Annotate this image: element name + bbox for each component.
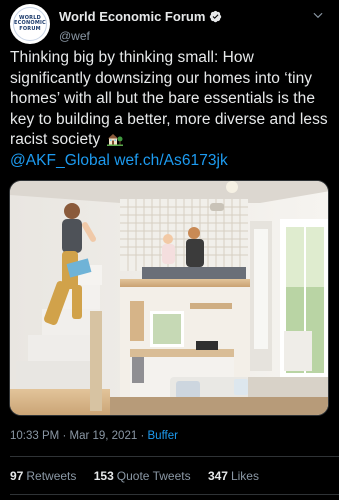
author-handle[interactable]: @wef — [59, 29, 222, 43]
likes-label: Likes — [230, 469, 259, 483]
retweets-count: 97 — [10, 469, 24, 483]
divider-bottom — [10, 494, 339, 495]
avatar[interactable]: WORLD ECONOMIC FORUM — [10, 4, 50, 44]
meta-separator: · — [62, 430, 67, 442]
retweets-stat[interactable]: 97 Retweets — [10, 469, 76, 483]
chevron-down-icon[interactable] — [311, 8, 325, 22]
author-block: World Economic Forum @wef — [59, 8, 222, 43]
divider — [10, 456, 339, 457]
engagement-stats: 97 Retweets 153 Quote Tweets 347 Likes — [10, 469, 273, 483]
likes-stat[interactable]: 347 Likes — [208, 469, 259, 483]
tweet-body: Thinking big by thinking small: How sign… — [10, 49, 328, 148]
tweet-date[interactable]: Mar 19, 2021 — [69, 430, 137, 442]
display-name[interactable]: World Economic Forum — [59, 9, 205, 24]
quote-tweets-label: Quote Tweets — [116, 469, 191, 483]
avatar-ring — [13, 7, 47, 41]
tweet-header: WORLD ECONOMIC FORUM World Economic Foru… — [10, 4, 329, 44]
url-link[interactable]: wef.ch/As6173jk — [114, 152, 228, 169]
verified-badge-icon — [210, 10, 222, 23]
quote-tweets-stat[interactable]: 153 Quote Tweets — [94, 469, 191, 483]
mention-link[interactable]: @AKF_Global — [10, 152, 110, 169]
tweet-source[interactable]: Buffer — [148, 430, 178, 442]
tweet-photo[interactable] — [9, 180, 329, 416]
house-with-garden-icon — [106, 134, 123, 146]
retweets-label: Retweets — [26, 469, 77, 483]
tweet-text: Thinking big by thinking small: How sign… — [10, 48, 332, 171]
tweet-time[interactable]: 10:33 PM — [10, 430, 59, 442]
meta-separator-2: · — [140, 430, 145, 442]
tiny-home-interior-photo — [10, 181, 328, 415]
tweet: WORLD ECONOMIC FORUM World Economic Foru… — [0, 0, 339, 500]
likes-count: 347 — [207, 469, 228, 483]
display-name-row[interactable]: World Economic Forum — [59, 9, 222, 24]
tweet-meta: 10:33 PM · Mar 19, 2021 · Buffer — [10, 430, 178, 442]
quote-tweets-count: 153 — [93, 469, 114, 483]
